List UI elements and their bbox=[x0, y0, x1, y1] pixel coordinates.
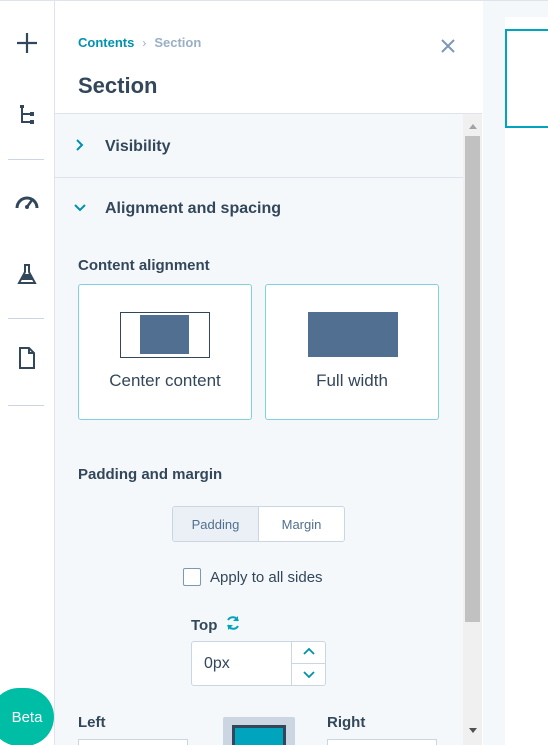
beta-badge[interactable]: Beta bbox=[0, 688, 54, 745]
test-button[interactable] bbox=[0, 256, 54, 296]
left-label: Left bbox=[78, 714, 106, 731]
top-field-label-row: Top bbox=[191, 615, 241, 635]
flask-icon bbox=[17, 263, 37, 290]
chevron-right-icon bbox=[75, 138, 85, 156]
alignment-label: Alignment and spacing bbox=[105, 200, 282, 217]
rail-divider bbox=[8, 405, 44, 406]
page-title: Section bbox=[78, 73, 158, 98]
structure-button[interactable] bbox=[0, 97, 54, 137]
page-settings-button[interactable] bbox=[0, 340, 54, 380]
optimize-button[interactable] bbox=[0, 183, 54, 223]
alignment-accordion[interactable]: Alignment and spacing bbox=[55, 178, 465, 240]
content-alignment-label: Content alignment bbox=[78, 257, 210, 274]
plus-icon bbox=[15, 31, 39, 60]
apply-all-sides-label: Apply to all sides bbox=[210, 568, 323, 586]
tree-structure-icon bbox=[17, 104, 37, 131]
document-icon bbox=[17, 346, 37, 375]
center-content-illustration bbox=[120, 312, 210, 358]
full-width-option[interactable]: Full width bbox=[265, 284, 439, 420]
padding-margin-toggle: Padding Margin bbox=[172, 506, 345, 542]
right-padding-input[interactable] bbox=[327, 739, 437, 745]
scroll-down-arrow[interactable] bbox=[463, 720, 482, 740]
decrement-button[interactable] bbox=[292, 664, 325, 686]
center-content-caption: Center content bbox=[109, 371, 221, 390]
apply-all-sides-checkbox[interactable] bbox=[183, 568, 201, 586]
scroll-up-arrow[interactable] bbox=[463, 116, 482, 136]
full-width-illustration bbox=[308, 312, 398, 357]
top-padding-input[interactable]: 0px bbox=[191, 641, 326, 686]
visibility-label: Visibility bbox=[105, 138, 171, 155]
editor-window: Beta Contents › Section Section Visibili… bbox=[0, 0, 548, 745]
section-settings-panel: Contents › Section Section Visibility Al… bbox=[55, 1, 482, 745]
tab-margin[interactable]: Margin bbox=[259, 507, 344, 541]
center-content-option[interactable]: Center content bbox=[78, 284, 252, 420]
tab-padding[interactable]: Padding bbox=[173, 507, 259, 541]
panel-scrollbar[interactable] bbox=[463, 114, 482, 745]
breadcrumb-contents-link[interactable]: Contents bbox=[78, 35, 134, 50]
page-canvas bbox=[483, 1, 548, 745]
right-label: Right bbox=[327, 714, 366, 731]
rail-divider bbox=[8, 159, 44, 160]
panel-header: Contents › Section Section bbox=[55, 1, 482, 114]
selected-section-outline[interactable] bbox=[505, 29, 548, 128]
close-icon bbox=[440, 38, 456, 59]
padding-margin-label: Padding and margin bbox=[78, 466, 223, 483]
close-button[interactable] bbox=[437, 37, 459, 59]
top-padding-stepper bbox=[291, 642, 325, 685]
spacing-preview bbox=[223, 717, 295, 745]
increment-button[interactable] bbox=[292, 642, 325, 664]
full-width-caption: Full width bbox=[316, 371, 388, 390]
sync-icon[interactable] bbox=[225, 615, 241, 635]
breadcrumb-current: Section bbox=[154, 35, 202, 50]
scrollbar-thumb[interactable] bbox=[465, 136, 480, 622]
chevron-up-icon bbox=[302, 643, 315, 661]
chevron-down-icon bbox=[74, 200, 86, 218]
chevron-down-icon bbox=[302, 665, 315, 683]
breadcrumb-separator: › bbox=[142, 35, 147, 50]
left-padding-input[interactable] bbox=[78, 739, 188, 745]
left-rail: Beta bbox=[0, 1, 55, 745]
apply-all-sides-row[interactable]: Apply to all sides bbox=[183, 568, 323, 586]
speedometer-icon bbox=[14, 192, 40, 215]
rail-divider bbox=[8, 318, 44, 319]
top-label: Top bbox=[191, 616, 218, 634]
visibility-accordion[interactable]: Visibility bbox=[55, 116, 465, 178]
top-padding-value: 0px bbox=[204, 655, 230, 672]
breadcrumb: Contents › Section bbox=[78, 35, 201, 50]
add-button[interactable] bbox=[0, 25, 54, 65]
